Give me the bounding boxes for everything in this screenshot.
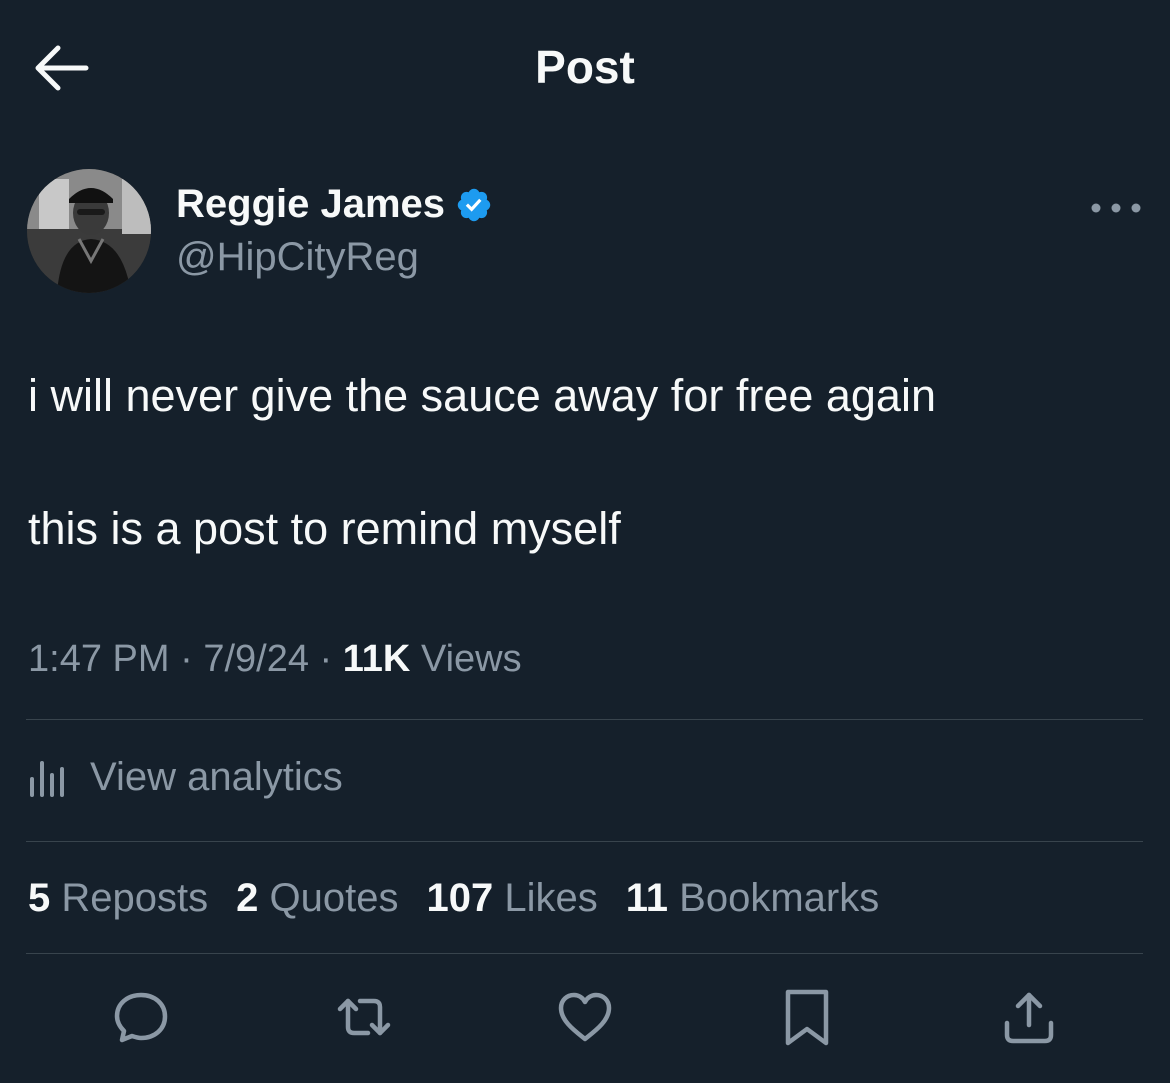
stat-count: 11 (625, 876, 669, 920)
stat-likes[interactable]: 107 Likes (426, 876, 597, 921)
more-horizontal-icon (1091, 203, 1141, 213)
stat-bookmarks[interactable]: 11 Bookmarks (626, 876, 879, 921)
page-title: Post (535, 41, 635, 93)
post-date[interactable]: 7/9/24 (203, 638, 309, 680)
post-page: Post Reggie James @HipCityReg i will nev… (0, 0, 1170, 1083)
engagement-stats: 5 Reposts 2 Quotes 107 Likes 11 Bookmark… (28, 876, 907, 921)
divider (26, 953, 1143, 954)
meta-separator: · (319, 638, 333, 680)
post-time[interactable]: 1:47 PM (28, 638, 170, 680)
divider (26, 841, 1143, 842)
reply-button[interactable] (109, 985, 173, 1049)
repost-button[interactable] (332, 985, 396, 1049)
stat-reposts[interactable]: 5 Reposts (28, 876, 208, 921)
post-text-line: i will never give the sauce away for fre… (28, 370, 936, 421)
avatar[interactable] (27, 169, 151, 293)
more-options-button[interactable] (1088, 194, 1144, 222)
author-name[interactable]: Reggie James (176, 182, 493, 227)
header: Post (0, 0, 1170, 135)
stat-label: Reposts (61, 876, 209, 920)
share-icon (1004, 992, 1054, 1044)
repost-icon (337, 998, 391, 1036)
verified-badge-icon (457, 188, 491, 221)
stat-quotes[interactable]: 2 Quotes (236, 876, 398, 921)
views-label: Views (420, 638, 522, 680)
reply-icon (114, 992, 168, 1043)
author-handle[interactable]: @HipCityReg (176, 235, 419, 280)
analytics-icon (30, 761, 64, 797)
views-count: 11K (342, 638, 411, 680)
stat-count: 107 (426, 876, 494, 920)
view-analytics-label: View analytics (90, 754, 343, 799)
like-icon (558, 992, 612, 1042)
stat-label: Quotes (269, 876, 399, 920)
avatar-image (27, 169, 151, 293)
meta-separator: · (180, 638, 193, 680)
share-button[interactable] (997, 985, 1061, 1049)
stat-count: 5 (28, 876, 51, 920)
divider (26, 719, 1143, 720)
bookmark-button[interactable] (775, 985, 839, 1049)
stat-count: 2 (236, 876, 259, 920)
author-name-text: Reggie James (176, 182, 446, 226)
bookmark-icon (785, 989, 829, 1046)
view-analytics-button[interactable]: View analytics (28, 752, 343, 802)
stat-label: Bookmarks (679, 876, 880, 920)
post-text-line: this is a post to remind myself (28, 503, 621, 554)
stat-label: Likes (504, 876, 598, 920)
like-button[interactable] (553, 985, 617, 1049)
post-meta: 1:47 PM · 7/9/24 · 11K Views (28, 638, 522, 681)
